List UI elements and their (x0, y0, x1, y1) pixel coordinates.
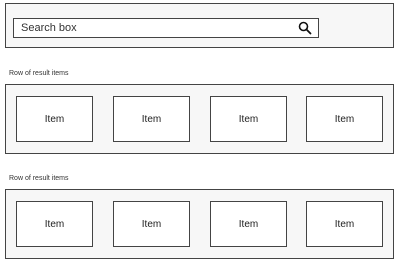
result-item[interactable]: Item (16, 201, 93, 247)
result-item[interactable]: Item (210, 96, 287, 142)
search-icon[interactable] (298, 21, 312, 35)
result-row: Item Item Item Item (5, 189, 394, 259)
result-row: Item Item Item Item (5, 84, 394, 154)
result-item[interactable]: Item (113, 96, 190, 142)
result-item[interactable]: Item (113, 201, 190, 247)
result-item[interactable]: Item (16, 96, 93, 142)
search-section: Search box (5, 3, 394, 48)
row-label: Row of result items (9, 175, 69, 182)
row-label: Row of result items (9, 70, 69, 77)
result-item[interactable]: Item (306, 201, 383, 247)
result-item[interactable]: Item (210, 201, 287, 247)
search-placeholder: Search box (21, 22, 77, 34)
search-input[interactable]: Search box (13, 18, 319, 38)
result-item[interactable]: Item (306, 96, 383, 142)
